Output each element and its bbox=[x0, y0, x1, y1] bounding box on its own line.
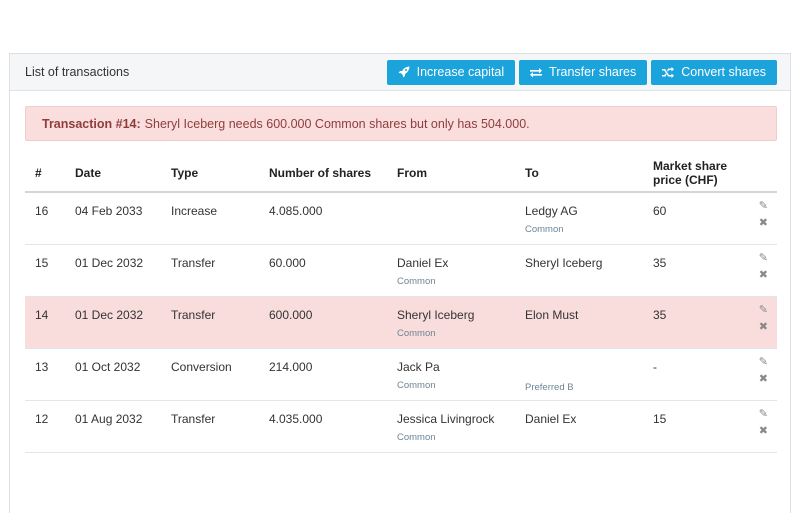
cell-number: 12 bbox=[25, 400, 65, 453]
close-icon[interactable]: ✖ bbox=[759, 216, 768, 230]
transfer-shares-button[interactable]: Transfer shares bbox=[519, 59, 648, 85]
convert-shares-button[interactable]: Convert shares bbox=[651, 59, 777, 85]
cell-date: 04 Feb 2033 bbox=[65, 192, 161, 245]
to-name: Sheryl Iceberg bbox=[525, 255, 603, 270]
cell-from: Sheryl Iceberg Common bbox=[387, 296, 515, 349]
cell-to: Preferred B bbox=[515, 348, 643, 401]
cell-shares: 60.000 bbox=[259, 244, 387, 297]
header-price: Market share price (CHF) bbox=[643, 154, 747, 193]
cell-number: 15 bbox=[25, 244, 65, 297]
from-share-class: Common bbox=[397, 327, 436, 339]
cell-actions: ✎ ✖ bbox=[747, 244, 777, 297]
convert-shares-label: Convert shares bbox=[681, 65, 766, 79]
cell-date: 01 Dec 2032 bbox=[65, 244, 161, 297]
to-share-class: Preferred B bbox=[525, 381, 574, 393]
cell-type: Increase bbox=[161, 192, 259, 245]
cell-from: Daniel Ex Common bbox=[387, 244, 515, 297]
cell-price: 35 bbox=[643, 244, 747, 297]
rocket-icon bbox=[398, 66, 410, 78]
cell-to: Elon Must bbox=[515, 296, 643, 349]
cell-shares: 4.035.000 bbox=[259, 400, 387, 453]
table-row: 15 01 Dec 2032 Transfer 60.000 Daniel Ex… bbox=[25, 244, 777, 297]
cell-type: Transfer bbox=[161, 400, 259, 453]
alert-message: Sheryl Iceberg needs 600.000 Common shar… bbox=[144, 116, 530, 131]
cell-type: Conversion bbox=[161, 348, 259, 401]
cell-actions: ✎ ✖ bbox=[747, 192, 777, 245]
panel-header: List of transactions Increase capital Tr… bbox=[10, 54, 790, 91]
transactions-panel: List of transactions Increase capital Tr… bbox=[9, 53, 791, 513]
cell-actions: ✎ ✖ bbox=[747, 400, 777, 453]
cell-date: 01 Oct 2032 bbox=[65, 348, 161, 401]
cell-price: 35 bbox=[643, 296, 747, 349]
cell-price: - bbox=[643, 348, 747, 401]
to-name: Daniel Ex bbox=[525, 411, 577, 426]
cell-actions: ✎ ✖ bbox=[747, 348, 777, 401]
transfer-shares-label: Transfer shares bbox=[549, 65, 637, 79]
cell-number: 13 bbox=[25, 348, 65, 401]
table-header-row: # Date Type Number of shares From To Mar… bbox=[25, 154, 777, 193]
pencil-icon[interactable]: ✎ bbox=[759, 199, 768, 213]
cell-from: Jack Pa Common bbox=[387, 348, 515, 401]
cell-shares: 600.000 bbox=[259, 296, 387, 349]
table-row-error: 14 01 Dec 2032 Transfer 600.000 Sheryl I… bbox=[25, 296, 777, 349]
table-row: 16 04 Feb 2033 Increase 4.085.000 Ledgy … bbox=[25, 192, 777, 245]
alert-prefix: Transaction #14: bbox=[42, 116, 141, 131]
cell-price: 60 bbox=[643, 192, 747, 245]
from-name: Jessica Livingrock bbox=[397, 411, 495, 426]
cell-from: Jessica Livingrock Common bbox=[387, 400, 515, 453]
exchange-icon bbox=[530, 67, 543, 78]
pencil-icon[interactable]: ✎ bbox=[759, 355, 768, 369]
cell-type: Transfer bbox=[161, 244, 259, 297]
increase-capital-label: Increase capital bbox=[416, 65, 505, 79]
cell-number: 14 bbox=[25, 296, 65, 349]
pencil-icon[interactable]: ✎ bbox=[759, 251, 768, 265]
cell-date: 01 Aug 2032 bbox=[65, 400, 161, 453]
cell-date: 01 Dec 2032 bbox=[65, 296, 161, 349]
transactions-table: # Date Type Number of shares From To Mar… bbox=[25, 154, 777, 453]
to-name: Ledgy AG bbox=[525, 204, 578, 218]
table-row: 13 01 Oct 2032 Conversion 214.000 Jack P… bbox=[25, 348, 777, 401]
increase-capital-button[interactable]: Increase capital bbox=[386, 59, 516, 85]
header-type: Type bbox=[161, 154, 259, 193]
panel-title: List of transactions bbox=[25, 65, 130, 79]
header-date: Date bbox=[65, 154, 161, 193]
table-row: 12 01 Aug 2032 Transfer 4.035.000 Jessic… bbox=[25, 400, 777, 453]
cell-shares: 4.085.000 bbox=[259, 192, 387, 245]
close-icon[interactable]: ✖ bbox=[759, 372, 768, 386]
cell-number: 16 bbox=[25, 192, 65, 245]
pencil-icon[interactable]: ✎ bbox=[759, 407, 768, 421]
cell-actions: ✎ ✖ bbox=[747, 296, 777, 349]
cell-from bbox=[387, 192, 515, 245]
close-icon[interactable]: ✖ bbox=[759, 268, 768, 282]
header-from: From bbox=[387, 154, 515, 193]
error-alert: Transaction #14: Sheryl Iceberg needs 60… bbox=[25, 106, 777, 141]
from-name: Jack Pa bbox=[397, 359, 440, 374]
from-name: Daniel Ex bbox=[397, 255, 449, 270]
close-icon[interactable]: ✖ bbox=[759, 424, 768, 438]
from-name: Sheryl Iceberg bbox=[397, 307, 475, 322]
shuffle-icon bbox=[662, 66, 675, 78]
close-icon[interactable]: ✖ bbox=[759, 320, 768, 334]
header-number: # bbox=[25, 154, 65, 193]
action-buttons: Increase capital Transfer shares Convert… bbox=[386, 59, 777, 85]
cell-shares: 214.000 bbox=[259, 348, 387, 401]
cell-price: 15 bbox=[643, 400, 747, 453]
pencil-icon[interactable]: ✎ bbox=[759, 303, 768, 317]
header-to: To bbox=[515, 154, 643, 193]
header-actions bbox=[747, 154, 777, 193]
cell-to: Ledgy AG Common bbox=[515, 192, 643, 245]
cell-to: Sheryl Iceberg bbox=[515, 244, 643, 297]
to-name: Elon Must bbox=[525, 307, 579, 322]
cell-to: Daniel Ex bbox=[515, 400, 643, 453]
from-share-class: Common bbox=[397, 275, 436, 287]
header-shares: Number of shares bbox=[259, 154, 387, 193]
to-share-class: Common bbox=[525, 224, 564, 235]
from-share-class: Common bbox=[397, 379, 436, 391]
cell-type: Transfer bbox=[161, 296, 259, 349]
from-share-class: Common bbox=[397, 431, 436, 443]
